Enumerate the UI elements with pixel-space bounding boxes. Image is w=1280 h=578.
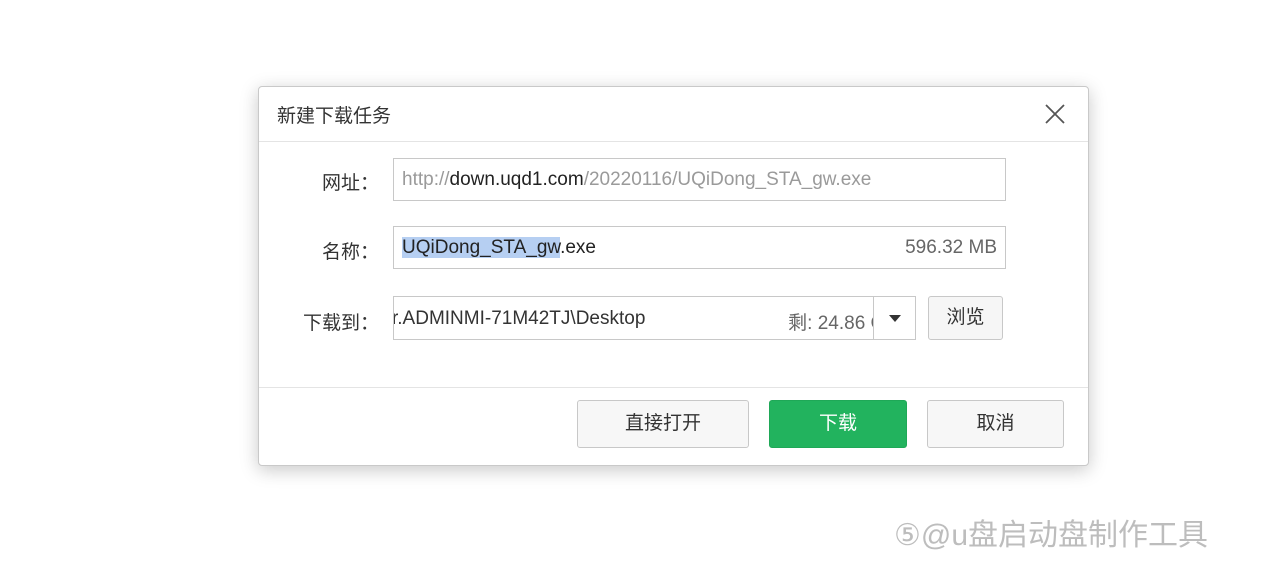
file-name-ext: .exe [560, 237, 596, 258]
name-label: 名称： [321, 242, 379, 263]
url-field[interactable]: http://down.uqd1.com/20220116/UQiDong_ST… [393, 158, 1006, 201]
file-name-field[interactable]: UQiDong_STA_gw.exe 596.32 MB [393, 226, 1006, 269]
file-size: 596.32 MB [905, 237, 997, 258]
save-path-text: r.ADMINMI-71M42TJ\Desktop [393, 308, 646, 329]
watermark: ⑤@u盘启动盘制作工具 [894, 519, 1209, 552]
url-prefix: http:// [402, 169, 450, 190]
cancel-button[interactable]: 取消 [927, 400, 1064, 448]
close-icon[interactable] [1042, 101, 1068, 127]
url-label: 网址： [321, 173, 379, 194]
url-host: down.uqd1.com [449, 169, 584, 190]
file-name-text: UQiDong_STA_gw.exe [402, 237, 596, 259]
url-text: http://down.uqd1.com/20220116/UQiDong_ST… [402, 169, 871, 191]
open-directly-button[interactable]: 直接打开 [577, 400, 749, 448]
dialog-title: 新建下载任务 [277, 106, 392, 127]
url-path: /20220116/UQiDong_STA_gw.exe [583, 169, 872, 190]
footer-divider [259, 387, 1088, 388]
file-name-selected: UQiDong_STA_gw [402, 237, 561, 258]
path-dropdown-button[interactable] [873, 296, 916, 340]
new-download-dialog: 新建下载任务 网址： http://down.uqd1.com/20220116… [258, 86, 1089, 466]
browse-button[interactable]: 浏览 [928, 296, 1003, 340]
download-button[interactable]: 下载 [769, 400, 907, 448]
save-to-label: 下载到： [302, 313, 379, 334]
chevron-down-icon [889, 315, 901, 322]
save-path-field[interactable]: r.ADMINMI-71M42TJ\Desktop 剩: 24.86 GB [393, 296, 915, 340]
dialog-title-bar: 新建下载任务 [259, 87, 1088, 142]
